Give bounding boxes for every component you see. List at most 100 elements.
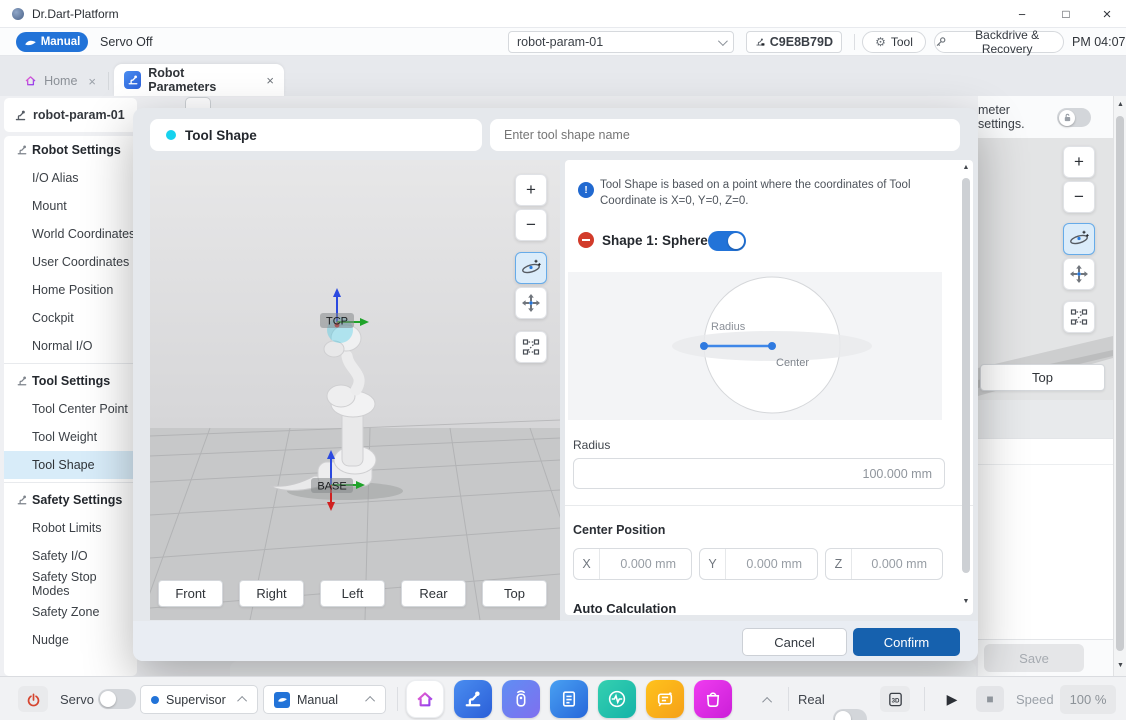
radius-input[interactable] [574,467,944,481]
app-teach-pendant-icon[interactable] [502,680,540,718]
settings-lock-toggle[interactable] [1057,108,1091,127]
app-monitoring-icon[interactable] [598,680,636,718]
sidebar-item-normal-io[interactable]: Normal I/O [4,332,137,360]
sidebar-item-nudge[interactable]: Nudge [4,626,137,654]
toolbar-divider [854,34,855,50]
measure-icon [1070,308,1088,326]
scroll-down-icon[interactable]: ▼ [1114,662,1126,669]
rotate-view-button[interactable] [515,252,547,284]
scroll-up-icon[interactable]: ▲ [1114,101,1126,108]
center-x-input[interactable] [600,557,686,571]
view-rear-button[interactable]: Rear [401,580,466,607]
view-left-button[interactable]: Left [320,580,385,607]
sidebar-section-tool-settings: Tool Settings [4,367,137,395]
app-message-icon[interactable] [646,680,684,718]
save-button[interactable]: Save [984,644,1084,672]
bg-pan-view-button[interactable] [1063,258,1095,290]
center-z-input[interactable] [852,557,937,571]
play-button[interactable]: ▶ [938,686,966,712]
minimize-button[interactable]: − [1000,0,1044,28]
sidebar-item-tool-center-point[interactable]: Tool Center Point [4,395,137,423]
tab-robot-parameters[interactable]: Robot Parameters × [114,64,284,96]
radius-field[interactable] [573,458,945,489]
sidebar-item-safety-stop-modes[interactable]: Safety Stop Modes [4,570,137,598]
robot-3d-scene: TCP BASE [150,160,560,620]
sidebar-header: robot-param-01 [4,98,137,132]
info-icon: ! [578,182,594,198]
bg-view-top-button[interactable]: Top [980,364,1105,391]
view-top-button[interactable]: Top [482,580,547,607]
simulator-3d-button[interactable]: 3D [880,686,910,712]
scroll-down-icon[interactable]: ▼ [961,598,971,605]
real-mode-toggle[interactable] [833,709,867,720]
sidebar-item-safety-io[interactable]: Safety I/O [4,542,137,570]
power-button[interactable] [18,686,48,712]
center-y-field[interactable]: Y [699,548,818,580]
sidebar-item-cockpit[interactable]: Cockpit [4,304,137,332]
shape-settings-panel: ! Tool Shape is based on a point where t… [565,160,973,615]
sidebar-item-world-coordinates[interactable]: World Coordinates [4,220,137,248]
robot-icon [16,494,28,506]
bg-measure-button[interactable] [1063,301,1095,333]
tab-home[interactable]: Home × [14,66,106,96]
dock-expand-chevron-icon[interactable] [762,697,772,707]
shape-enable-toggle[interactable] [708,231,746,251]
tool-shape-name-input[interactable] [490,119,960,151]
panel-scrollbar[interactable]: ▲ ▼ [961,164,971,611]
zoom-out-button[interactable]: − [515,209,547,241]
zoom-in-button[interactable]: + [515,174,547,206]
remove-shape-icon[interactable] [578,232,594,248]
view-right-button[interactable]: Right [239,580,304,607]
main-scrollbar-thumb[interactable] [1116,116,1124,651]
tool-shape-modal: Tool Shape [133,108,978,661]
manual-mode-button[interactable]: Manual [16,32,88,52]
speed-value[interactable]: 100 % [1060,685,1116,714]
sidebar-item-tool-shape-active[interactable]: Tool Shape [4,451,137,479]
param-file-dropdown[interactable]: robot-param-01 [508,31,734,53]
scroll-up-icon[interactable]: ▲ [961,164,971,171]
bg-rotate-view-button[interactable] [1063,223,1095,255]
app-home-icon[interactable] [406,680,444,718]
center-z-field[interactable]: Z [825,548,943,580]
view-front-button[interactable]: Front [158,580,223,607]
robot-viewport[interactable]: TCP BASE + − Front Right Left Rear [150,160,560,620]
device-id-badge[interactable]: C9E8B79D [746,31,842,53]
app-task-writer-icon[interactable] [550,680,588,718]
measure-icon [522,338,540,356]
title-bar: Dr.Dart-Platform − □ × [0,0,1126,28]
sidebar-item-robot-limits[interactable]: Robot Limits [4,514,137,542]
close-button[interactable]: × [1088,0,1126,28]
bg-zoom-out-button[interactable]: − [1063,181,1095,213]
app-robot-params-icon[interactable] [454,680,492,718]
x-axis-label: X [574,549,600,579]
panel-scrollbar-thumb[interactable] [962,178,970,573]
tab-robot-parameters-close-icon[interactable]: × [266,73,274,88]
sidebar-item-tool-weight[interactable]: Tool Weight [4,423,137,451]
settings-text-fragment: meter settings. [978,103,1047,131]
servo-toggle[interactable] [98,689,136,709]
tab-home-close-icon[interactable]: × [88,74,96,89]
sidebar-item-safety-zone[interactable]: Safety Zone [4,598,137,626]
sidebar-item-io-alias[interactable]: I/O Alias [4,164,137,192]
measure-button[interactable] [515,331,547,363]
center-x-field[interactable]: X [573,548,692,580]
background-white-panel [978,438,1113,640]
stop-button[interactable]: ■ [976,686,1004,712]
sidebar-item-home-position[interactable]: Home Position [4,276,137,304]
app-store-icon[interactable] [694,680,732,718]
confirm-button[interactable]: Confirm [853,628,960,656]
sidebar-item-mount[interactable]: Mount [4,192,137,220]
center-y-input[interactable] [726,557,812,571]
maximize-button[interactable]: □ [1044,0,1088,28]
backdrive-recovery-button[interactable]: Backdrive & Recovery [934,31,1064,53]
main-scrollbar[interactable]: ▲ ▼ [1113,96,1126,676]
role-dropdown[interactable]: Supervisor [140,685,258,714]
mode-dropdown[interactable]: Manual [263,685,386,714]
z-axis-label: Z [826,549,852,579]
pan-view-button[interactable] [515,287,547,319]
cancel-button[interactable]: Cancel [742,628,847,656]
parameter-settings-row: meter settings. [978,96,1113,138]
bg-zoom-in-button[interactable]: + [1063,146,1095,178]
sidebar-item-user-coordinates[interactable]: User Coordinates [4,248,137,276]
tool-button[interactable]: ⚙ Tool [862,31,926,53]
